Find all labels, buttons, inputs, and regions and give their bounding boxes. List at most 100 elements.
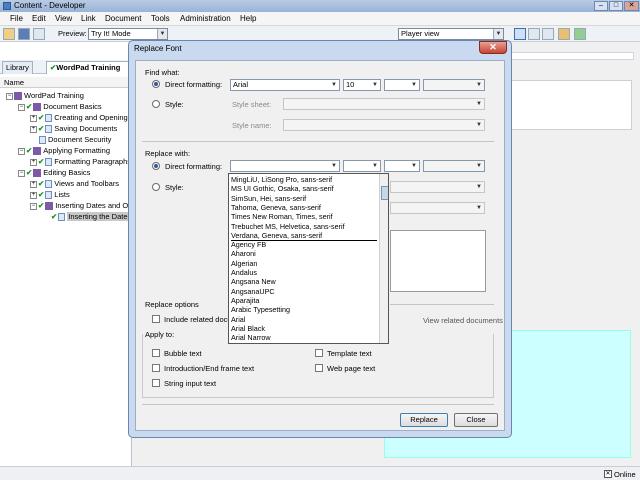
menu-file[interactable]: File <box>10 14 23 23</box>
font-list-item[interactable]: Arial Black <box>231 324 265 333</box>
window-titlebar: Content - Developer – □ ✕ <box>0 0 640 12</box>
close-button[interactable]: Close <box>454 413 498 427</box>
menu-edit[interactable]: Edit <box>32 14 46 23</box>
font-list-item[interactable]: Trebuchet MS, Helvetica, sans-serif <box>231 222 345 231</box>
web-page-text-checkbox[interactable] <box>315 364 323 372</box>
maximize-button[interactable]: □ <box>609 1 623 11</box>
save-icon[interactable] <box>18 28 30 40</box>
list-scrollbar[interactable] <box>379 174 388 343</box>
menu-view[interactable]: View <box>55 14 72 23</box>
intro-end-frame-checkbox[interactable] <box>152 364 160 372</box>
open-folder-icon[interactable] <box>3 28 15 40</box>
font-list-item[interactable]: Verdana, Geneva, sans-serif <box>231 231 322 240</box>
font-list-item[interactable]: Andalus <box>231 268 257 277</box>
tree-item[interactable]: − ✔ Applying Formatting <box>18 145 110 156</box>
collapse-icon[interactable]: − <box>6 92 13 100</box>
replace-style-name-select[interactable]: ▼ <box>390 202 485 214</box>
menu-link[interactable]: Link <box>81 14 96 23</box>
string-input-checkbox[interactable] <box>152 379 160 387</box>
find-direct-formatting-radio[interactable] <box>152 80 160 88</box>
find-style-radio[interactable] <box>152 100 160 108</box>
minimize-button[interactable]: – <box>594 1 608 11</box>
font-list-item[interactable]: Arial <box>231 315 245 324</box>
view-related-link[interactable]: View related documents <box>423 316 503 325</box>
replace-style-select[interactable]: ▼ <box>384 160 420 172</box>
expand-icon[interactable]: + <box>30 191 37 199</box>
tree-item[interactable]: − ✔ Document Basics <box>18 101 102 112</box>
bubble-text-checkbox[interactable] <box>152 349 160 357</box>
font-list-item[interactable]: Algerian <box>231 259 257 268</box>
template-text-checkbox[interactable] <box>315 349 323 357</box>
font-list-item[interactable]: Tahoma, Geneva, sans-serif <box>231 203 321 212</box>
menu-help[interactable]: Help <box>240 14 256 23</box>
refresh-icon[interactable] <box>574 28 586 40</box>
tree-item[interactable]: − WordPad Training <box>6 90 84 101</box>
chevron-down-icon: ▼ <box>331 163 337 169</box>
chevron-down-icon: ▼ <box>372 163 378 169</box>
panel-icon[interactable] <box>542 28 554 40</box>
replace-style-sheet-select[interactable]: ▼ <box>390 181 485 193</box>
replace-direct-formatting-radio[interactable] <box>152 162 160 170</box>
tree-item-label: Creating and Opening D <box>54 113 136 122</box>
dialog-close-button[interactable]: ✕ <box>479 41 507 54</box>
expand-icon[interactable]: + <box>30 125 37 133</box>
close-window-button[interactable]: ✕ <box>624 1 639 11</box>
preview-mode-select[interactable]: Try It! Mode ▼ <box>88 28 168 40</box>
view-mode-select[interactable]: Player view ▼ <box>398 28 504 40</box>
name-column-header[interactable]: Name <box>0 77 132 88</box>
tree-item[interactable]: − ✔ Editing Basics <box>18 167 90 178</box>
font-list-item[interactable]: Times New Roman, Times, serif <box>231 212 333 221</box>
replace-color-select[interactable]: ▼ <box>423 160 485 172</box>
find-style-select[interactable]: ▼ <box>384 79 420 91</box>
tree-item[interactable]: + ✔ Formatting Paragraphs <box>30 156 131 167</box>
font-list-item[interactable]: AngsanaUPC <box>231 287 275 296</box>
font-list-item[interactable]: Arabic Typesetting <box>231 305 290 314</box>
replace-button[interactable]: Replace <box>400 413 448 427</box>
font-list-item[interactable]: Aparajita <box>231 296 259 305</box>
font-list-item[interactable]: Aharoni <box>231 249 256 258</box>
tree-item[interactable]: + ✔ Saving Documents <box>30 123 117 134</box>
tab-library[interactable]: Library <box>2 61 33 74</box>
find-size-select[interactable]: 10 ▼ <box>343 79 381 91</box>
cut-icon[interactable] <box>33 28 45 40</box>
font-list-item[interactable]: SimSun, Hei, sans-serif <box>231 194 306 203</box>
find-style-name-select[interactable]: ▼ <box>283 119 485 131</box>
font-list-item[interactable]: Agency FB <box>231 240 266 249</box>
tree-item[interactable]: + ✔ Lists <box>30 189 70 200</box>
expand-icon[interactable]: + <box>30 180 37 188</box>
divider <box>142 404 494 405</box>
library-tabs: Library ✔WordPad Training <box>0 60 132 74</box>
menu-document[interactable]: Document <box>105 14 141 23</box>
replace-style-radio[interactable] <box>152 183 160 191</box>
find-style-sheet-select[interactable]: ▼ <box>283 98 485 110</box>
font-list-item[interactable]: Arial Narrow <box>231 333 271 342</box>
tree-item[interactable]: + ✔ Creating and Opening D <box>30 112 135 123</box>
tree-item[interactable]: + ✔ Views and Toolbars <box>30 178 119 189</box>
chevron-down-icon: ▼ <box>476 82 482 88</box>
check-icon: ✔ <box>38 201 45 210</box>
replace-size-select[interactable]: ▼ <box>343 160 381 172</box>
find-font-select[interactable]: Arial ▼ <box>230 79 340 91</box>
menu-administration[interactable]: Administration <box>180 14 231 23</box>
scrollbar-thumb[interactable] <box>381 186 388 200</box>
folder-icon[interactable] <box>558 28 570 40</box>
include-related-checkbox[interactable] <box>152 315 160 323</box>
collapse-icon[interactable]: − <box>18 169 25 177</box>
grid-icon[interactable] <box>528 28 540 40</box>
find-color-select[interactable]: ▼ <box>423 79 485 91</box>
collapse-icon[interactable]: − <box>18 147 25 155</box>
font-list-item[interactable]: Angsana New <box>231 277 276 286</box>
menu-tools[interactable]: Tools <box>151 14 170 23</box>
expand-icon[interactable]: + <box>30 114 37 122</box>
font-list-item[interactable]: MingLiU, LiSong Pro, sans-serif <box>231 175 332 184</box>
tree-item[interactable]: − ✔ Inserting Dates and Obj <box>30 200 134 211</box>
font-list-item[interactable]: MS UI Gothic, Osaka, sans-serif <box>231 184 334 193</box>
collapse-icon[interactable]: − <box>30 202 37 210</box>
expand-icon[interactable]: + <box>30 158 37 166</box>
replace-font-select[interactable]: ▼ <box>230 160 340 172</box>
layout-icon[interactable] <box>514 28 526 40</box>
collapse-icon[interactable]: − <box>18 103 25 111</box>
tab-wordpad-training[interactable]: ✔WordPad Training <box>46 61 132 74</box>
tree-item[interactable]: ✔ Inserting the Date <box>42 211 129 222</box>
tree-item[interactable]: Document Security <box>30 134 111 145</box>
